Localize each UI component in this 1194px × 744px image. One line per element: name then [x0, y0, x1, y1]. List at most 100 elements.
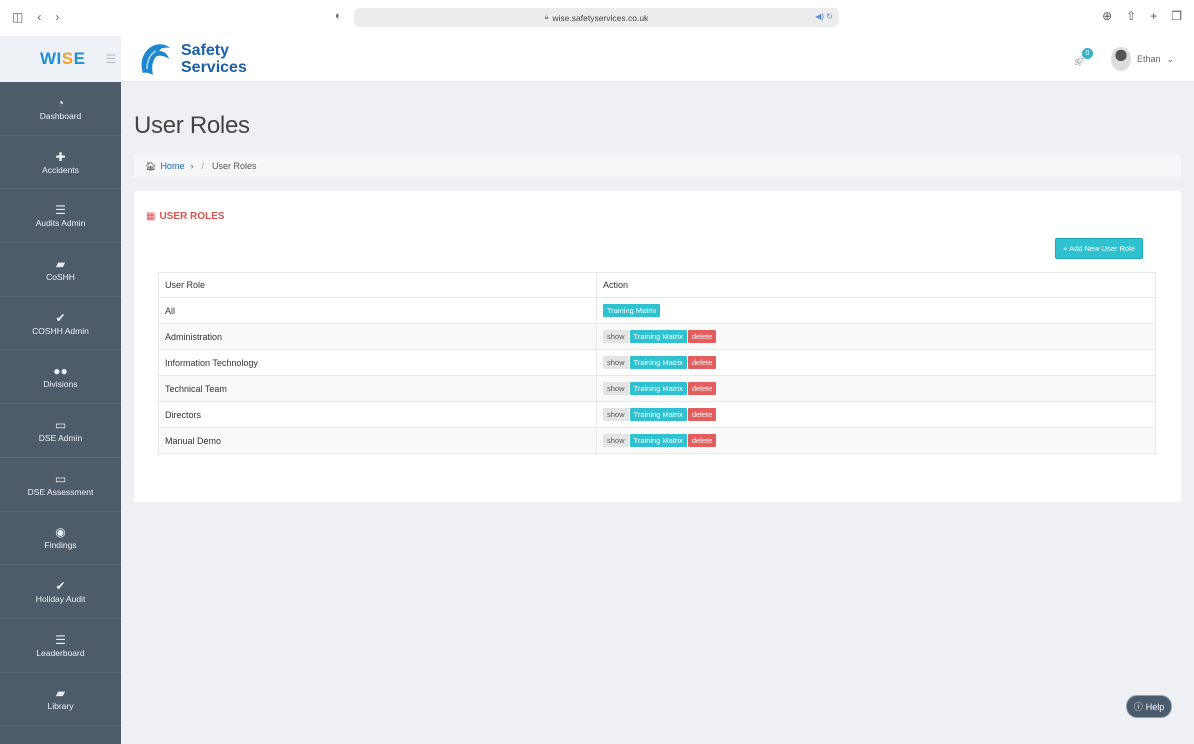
sidebar-toggle-icon[interactable]: ◫	[12, 10, 23, 24]
sidebar-item-holiday-audit[interactable]: ✔ Holiday Audit	[0, 565, 121, 619]
breadcrumb-chevron: ›	[190, 161, 194, 171]
monitor-icon: ▭	[54, 471, 67, 486]
actions-cell: show Training Matrix delete	[596, 427, 1156, 454]
list-icon: ☰	[55, 632, 66, 647]
delete-button[interactable]: delete	[687, 434, 717, 447]
role-name-cell: Directors	[158, 401, 597, 428]
eye-icon: ◉	[55, 525, 66, 540]
back-icon[interactable]: ‹	[37, 10, 41, 24]
show-button[interactable]: show	[603, 434, 629, 447]
safety-services-logo[interactable]: Safety Services	[135, 39, 247, 79]
sidebar-item-divisions[interactable]: ●● Divisions	[0, 350, 121, 405]
sidebar-item-label: Findings	[44, 540, 77, 551]
show-button[interactable]: show	[603, 408, 629, 421]
sidebar-item-library[interactable]: ▰ Library	[0, 673, 121, 727]
privacy-shield-icon[interactable]: ◐	[335, 10, 342, 22]
training-matrix-button[interactable]: Training Matrix	[629, 408, 687, 421]
show-button[interactable]: show	[603, 330, 629, 343]
address-bar[interactable]: 🔒︎ wise.safetyservices.co.uk ◀︎) ↻	[354, 8, 839, 27]
breadcrumb-separator: /	[201, 161, 204, 171]
url-text: wise.safetyservices.co.uk	[552, 12, 649, 23]
sidebar-item-coshh[interactable]: ▰ CoSHH	[0, 243, 121, 297]
download-icon[interactable]: ⊕	[1102, 9, 1112, 23]
chevron-down-icon: ⌄	[1166, 53, 1175, 64]
top-header: Safety Services 🚀︎ 0 Ethan ⌄	[121, 36, 1194, 82]
role-name-cell: Manual Demo	[158, 427, 597, 454]
sidebar-item-label: DSE Admin	[38, 432, 83, 443]
question-icon: ⓘ	[1133, 702, 1143, 712]
check-icon: ✔	[55, 579, 66, 594]
training-matrix-button[interactable]: Training Matrix	[629, 330, 687, 343]
user-name: Ethan	[1137, 54, 1161, 64]
browser-toolbar: ◫ ‹ › ◐ 🔒︎ wise.safetyservices.co.uk ◀︎)…	[0, 0, 1194, 36]
audio-reload-icons[interactable]: ◀︎) ↻	[815, 12, 833, 21]
sidebar-item-accidents[interactable]: ✚ Accidents	[0, 136, 121, 190]
table-row: Information Technology show Training Matri…	[158, 349, 1156, 376]
sidebar-item-label: Leaderboard	[36, 647, 85, 658]
actions-cell: show Training Matrix delete	[596, 349, 1156, 376]
training-matrix-button[interactable]: Training Matrix	[629, 382, 687, 395]
sidebar: ◔ Dashboard ✚ Accidents ☰ Audits Admin ▰ CoSHH ✔…	[0, 82, 121, 744]
user-menu[interactable]: Ethan ⌄	[1111, 47, 1174, 71]
notifications[interactable]: 🚀︎ 0	[1073, 48, 1093, 69]
sidebar-item-leaderboard[interactable]: ☰ Leaderboard	[0, 619, 121, 673]
actions-cell: show Training Matrix delete	[596, 375, 1156, 402]
training-matrix-button[interactable]: Training Matrix	[629, 434, 687, 447]
calendar-icon: ▦	[146, 211, 156, 222]
dolphin-logo-icon	[141, 44, 170, 75]
actions-cell: show Training Matrix delete	[596, 323, 1156, 350]
delete-button[interactable]: delete	[687, 408, 717, 421]
breadcrumb-home-link[interactable]: Home	[160, 161, 184, 171]
delete-button[interactable]: delete	[687, 356, 717, 369]
training-matrix-button[interactable]: Training Matrix	[629, 356, 687, 369]
sidebar-item-label: Accidents	[42, 164, 79, 175]
monitor-icon: ▭	[54, 417, 67, 432]
table-row: Manual Demo show Training Matrix delete	[158, 427, 1156, 454]
book-icon: ▰	[55, 686, 66, 701]
sidebar-item-audits-admin[interactable]: ☰ Audits Admin	[0, 189, 121, 244]
user-roles-table: User Role Action All Training Matrix Admin…	[158, 272, 1156, 454]
book-icon: ▰	[55, 256, 66, 271]
sidebar-item-label: DSE Assessment	[27, 486, 94, 497]
table-row: Administration show Training Matrix delete	[158, 323, 1156, 350]
column-header-user-role: User Role	[158, 272, 597, 298]
app-brand: WISE ☰	[0, 36, 121, 82]
users-icon: ●●	[53, 364, 68, 379]
share-icon[interactable]: ⇧	[1126, 9, 1136, 23]
role-name-cell: Administration	[158, 323, 597, 350]
table-row: Directors show Training Matrix delete	[158, 401, 1156, 428]
training-matrix-button[interactable]: Training Matrix	[603, 304, 661, 317]
delete-button[interactable]: delete	[687, 330, 717, 343]
sidebar-item-more[interactable]: ▭	[0, 726, 121, 744]
show-button[interactable]: show	[603, 382, 629, 395]
wise-logo[interactable]: WISE	[40, 49, 85, 69]
logo-line-1: Safety	[181, 42, 230, 59]
tabs-overview-icon[interactable]: ❐	[1171, 9, 1182, 23]
menu-toggle-icon[interactable]: ☰	[105, 52, 116, 66]
delete-button[interactable]: delete	[687, 382, 717, 395]
sidebar-item-label: Library	[47, 701, 74, 712]
column-header-action: Action	[596, 272, 1156, 298]
sidebar-item-label: Dashboard	[39, 110, 82, 121]
page-title: User Roles	[134, 112, 250, 139]
show-button[interactable]: show	[603, 356, 629, 369]
forward-icon[interactable]: ›	[55, 10, 59, 24]
role-name-cell: Information Technology	[158, 349, 597, 376]
new-tab-icon[interactable]: +	[1150, 9, 1157, 23]
sidebar-item-dse-assessment[interactable]: ▭ DSE Assessment	[0, 458, 121, 512]
list-icon: ☰	[55, 203, 66, 218]
sidebar-item-label: Audits Admin	[35, 218, 86, 229]
sidebar-item-dashboard[interactable]: ◔ Dashboard	[0, 82, 121, 136]
sidebar-item-findings[interactable]: ◉ Findings	[0, 512, 121, 566]
table-row: Technical Team show Training Matrix delete	[158, 375, 1156, 402]
sidebar-item-dse-admin[interactable]: ▭ DSE Admin	[0, 404, 121, 458]
help-button[interactable]: ⓘ Help	[1126, 695, 1172, 718]
avatar	[1111, 47, 1131, 71]
breadcrumb: 🏠︎ Home › / User Roles	[134, 154, 1181, 178]
add-user-role-button[interactable]: + Add New User Role	[1055, 238, 1143, 259]
panel-title: ▦ USER ROLES	[146, 211, 225, 222]
sidebar-item-label: Divisions	[43, 379, 78, 390]
breadcrumb-current: User Roles	[211, 161, 257, 171]
actions-cell: show Training Matrix delete	[596, 401, 1156, 428]
sidebar-item-coshh-admin[interactable]: ✔ COSHH Admin	[0, 297, 121, 351]
